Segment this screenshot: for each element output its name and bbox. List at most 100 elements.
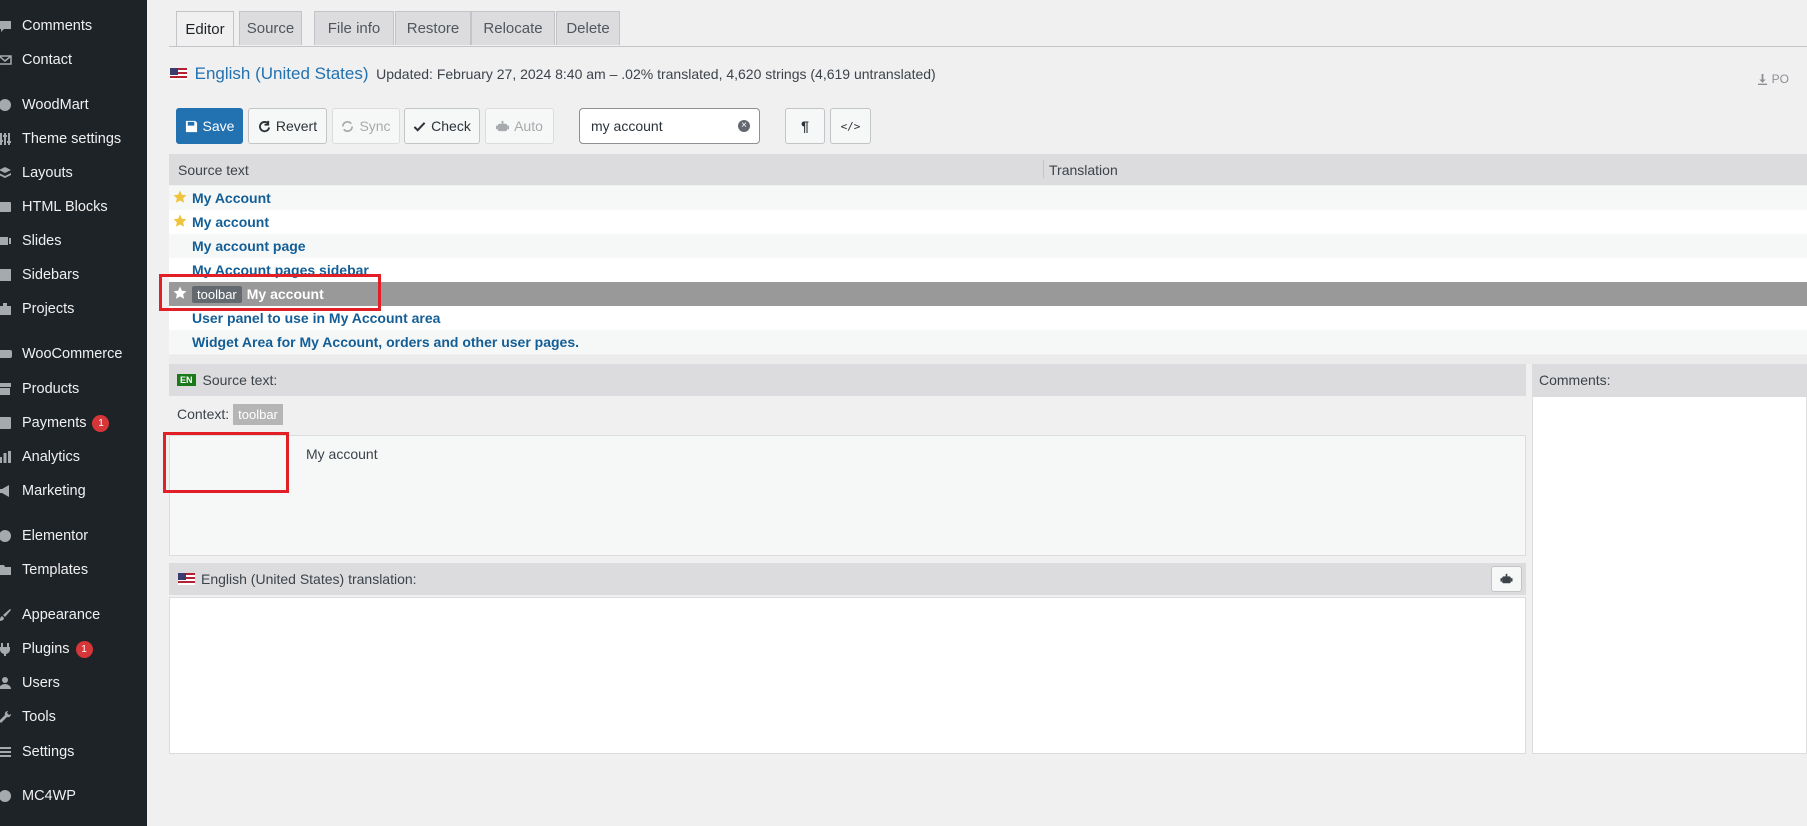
tab-file-info[interactable]: File info — [314, 11, 394, 45]
context-line: Context: toolbar — [169, 401, 283, 427]
envelope-icon — [0, 53, 12, 67]
archive-icon — [0, 382, 12, 396]
language-link[interactable]: English (United States) — [195, 64, 369, 83]
sidebar-item-comments[interactable]: Comments — [0, 11, 147, 41]
sidebar-item-sidebars[interactable]: Sidebars — [0, 260, 147, 290]
sidebar-item-label: Analytics — [22, 449, 81, 465]
sidebar-item-theme-settings[interactable]: Theme settings — [0, 124, 147, 154]
sidebar-item-label: Projects — [22, 301, 75, 317]
sidebar-item-label: Contact — [22, 52, 72, 68]
sidebar-item-products[interactable]: Products — [0, 374, 147, 404]
sidebar-item-payments[interactable]: Payments 1 — [0, 408, 147, 438]
sidebar-item-analytics[interactable]: Analytics — [0, 442, 147, 472]
sidebar-item-slides[interactable]: Slides — [0, 226, 147, 256]
main-content: Editor Source File info Restore Relocate… — [147, 0, 1807, 826]
sidebar-item-tools[interactable]: Tools — [0, 702, 147, 732]
sidebar-item-label: Tools — [22, 709, 56, 725]
sidebar-item-woocommerce[interactable]: WooCommerce — [0, 339, 147, 369]
sidebar-item-label: Products — [22, 381, 80, 397]
sidebar-item-woodmart[interactable]: WoodMart — [0, 90, 147, 120]
sidebar-item-label: Plugins — [22, 641, 70, 657]
briefcase-icon — [0, 302, 12, 316]
slides-icon — [0, 234, 12, 248]
sidebar-item-html-blocks[interactable]: HTML Blocks — [0, 192, 147, 222]
mc4wp-icon — [0, 789, 12, 803]
elementor-icon — [0, 529, 12, 543]
save-label: Save — [202, 118, 235, 134]
sidebar-item-marketing[interactable]: Marketing — [0, 476, 147, 506]
comments-panel-header: Comments: — [1532, 364, 1807, 396]
sidebar-item-label: Comments — [22, 18, 93, 34]
sync-label: Sync — [359, 118, 391, 134]
notification-badge: 1 — [92, 414, 110, 432]
sidebar-item-mc4wp[interactable]: MC4WP — [0, 781, 147, 811]
code-view-toggle[interactable]: </> — [830, 108, 871, 144]
row-source-text: My Account pages sidebar — [192, 262, 369, 278]
tab-delete[interactable]: Delete — [556, 11, 620, 45]
sidebar-item-users[interactable]: Users — [0, 668, 147, 698]
sidebar-item-label: Templates — [22, 562, 89, 578]
table-row[interactable]: Widget Area for My Account, orders and o… — [169, 330, 1807, 354]
row-text-label: Widget Area for My Account, orders and o… — [192, 334, 580, 350]
tab-source[interactable]: Source — [239, 11, 302, 45]
row-source-text: Widget Area for My Account, orders and o… — [192, 334, 579, 350]
translation-input[interactable] — [169, 597, 1526, 754]
col-source-header[interactable]: Source text — [178, 162, 249, 178]
auto-translate-button[interactable] — [1491, 566, 1522, 592]
comments-input[interactable] — [1532, 396, 1807, 754]
us-flag-icon — [178, 573, 195, 585]
sidebar-item-label: Appearance — [22, 607, 101, 623]
save-button[interactable]: Save — [176, 108, 243, 144]
sidebar-item-elementor[interactable]: Elementor — [0, 521, 147, 551]
sidebar-item-label: Users — [22, 675, 60, 691]
language-meta: Updated: February 27, 2024 8:40 am – .02… — [376, 66, 936, 82]
comment-icon — [0, 19, 12, 33]
search-input[interactable]: my account × — [579, 108, 760, 144]
code-icon — [0, 200, 12, 214]
sidebar-item-layouts[interactable]: Layouts — [0, 158, 147, 188]
tabs-divider — [169, 46, 1807, 47]
col-translation-header[interactable]: Translation — [1049, 162, 1118, 178]
check-icon — [413, 121, 426, 132]
row-source-text: toolbar My account — [192, 286, 324, 303]
table-row[interactable]: My account page — [169, 234, 1807, 258]
po-download[interactable]: PO — [1757, 72, 1789, 86]
star-icon — [173, 190, 187, 204]
notification-badge: 1 — [75, 640, 93, 658]
auto-button[interactable]: Auto — [485, 108, 554, 144]
grid-header: Source text Translation — [169, 154, 1807, 185]
row-source-text: User panel to use in My Account area — [192, 310, 440, 326]
robot-icon — [1500, 573, 1513, 584]
row-text-label: My Account pages sidebar — [192, 262, 369, 278]
row-text-label: User panel to use in My Account area — [192, 310, 441, 326]
sync-button[interactable]: Sync — [332, 108, 400, 144]
source-text: My account — [306, 446, 378, 462]
sidebar-icon — [0, 268, 12, 282]
sidebar-item-appearance[interactable]: Appearance — [0, 600, 147, 630]
grid-resize-bar[interactable] — [169, 355, 1807, 364]
tab-editor[interactable]: Editor — [176, 11, 234, 47]
table-row[interactable]: My Account — [169, 186, 1807, 210]
tab-restore[interactable]: Restore — [395, 11, 471, 45]
sidebar-item-projects[interactable]: Projects — [0, 294, 147, 324]
table-row[interactable]: User panel to use in My Account area — [169, 306, 1807, 330]
table-row[interactable]: My Account pages sidebar — [169, 258, 1807, 282]
row-source-text: My account — [192, 214, 269, 230]
sidebar-item-label: Elementor — [22, 528, 89, 544]
context-label: Context: — [177, 406, 230, 422]
code-icon: </> — [840, 119, 861, 133]
check-button[interactable]: Check — [404, 108, 480, 144]
context-tag: toolbar — [233, 403, 283, 425]
invisibles-toggle[interactable]: ¶ — [785, 108, 825, 144]
revert-button[interactable]: Revert — [248, 108, 327, 144]
sidebar-item-contact[interactable]: Contact — [0, 45, 147, 75]
table-row[interactable]: My account — [169, 210, 1807, 234]
sidebar-item-templates[interactable]: Templates — [0, 555, 147, 585]
tab-relocate[interactable]: Relocate — [471, 11, 555, 45]
sidebar-item-settings[interactable]: Settings — [0, 737, 147, 767]
clear-search-icon[interactable]: × — [738, 120, 750, 132]
check-label: Check — [431, 118, 471, 134]
sidebar-item-plugins[interactable]: Plugins 1 — [0, 634, 147, 664]
table-row[interactable]: toolbar My account — [169, 282, 1807, 306]
pilcrow-icon: ¶ — [801, 118, 809, 134]
